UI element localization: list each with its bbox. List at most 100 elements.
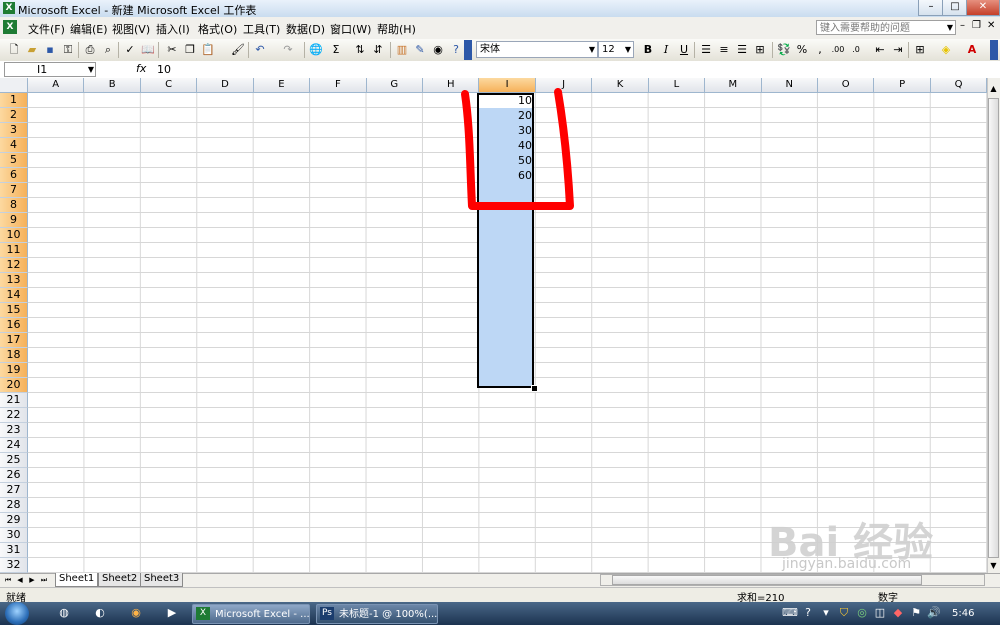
next-sheet-icon[interactable]: ▶: [27, 574, 37, 586]
name-box[interactable]: I1: [4, 62, 96, 77]
row-header-27[interactable]: 27: [0, 483, 28, 498]
row-header-7[interactable]: 7: [0, 183, 28, 198]
row-header-16[interactable]: 16: [0, 318, 28, 333]
hyperlink-icon[interactable]: 🌐: [308, 42, 324, 58]
row-header-21[interactable]: 21: [0, 393, 28, 408]
row-header-9[interactable]: 9: [0, 213, 28, 228]
tray-help-icon[interactable]: ?: [800, 605, 816, 621]
minimize-button[interactable]: –: [918, 0, 944, 16]
last-sheet-icon[interactable]: ⏭: [39, 574, 49, 586]
cut-icon[interactable]: ✂: [164, 42, 180, 58]
row-header-24[interactable]: 24: [0, 438, 28, 453]
tray-flag-icon[interactable]: ⚑: [908, 605, 924, 621]
menu-format[interactable]: 格式(O): [198, 21, 237, 37]
chart-wizard-icon[interactable]: ▥: [394, 42, 410, 58]
row-header-32[interactable]: 32: [0, 558, 28, 573]
open-icon[interactable]: ▰: [24, 42, 40, 58]
column-header-n[interactable]: N: [761, 78, 818, 93]
menu-view[interactable]: 视图(V): [112, 21, 150, 37]
tray-shield-icon[interactable]: ⛉: [836, 605, 852, 621]
doc-restore-button[interactable]: ❐: [972, 20, 981, 31]
clock[interactable]: 5:46: [952, 608, 974, 619]
tray-alert-icon[interactable]: ◆: [890, 605, 906, 621]
font-color-icon[interactable]: A: [964, 42, 980, 58]
tab-sheet1[interactable]: Sheet1: [55, 573, 99, 587]
save-icon[interactable]: ▪: [42, 42, 58, 58]
fill-color-icon[interactable]: ◈: [938, 42, 954, 58]
column-header-b[interactable]: B: [84, 78, 141, 93]
quicklaunch-weibo-icon[interactable]: ◉: [128, 605, 144, 621]
column-header-o[interactable]: O: [818, 78, 875, 93]
tray-volume-icon[interactable]: 🔊: [926, 605, 942, 621]
new-icon[interactable]: 🗋: [6, 42, 22, 58]
row-header-12[interactable]: 12: [0, 258, 28, 273]
column-header-p[interactable]: P: [874, 78, 931, 93]
column-header-e[interactable]: E: [253, 78, 311, 93]
row-header-19[interactable]: 19: [0, 363, 28, 378]
menu-tools[interactable]: 工具(T): [243, 21, 280, 37]
maximize-button[interactable]: □: [942, 0, 968, 16]
column-header-g[interactable]: G: [366, 78, 423, 93]
underline-button[interactable]: U: [676, 42, 692, 58]
help-dropdown-icon[interactable]: ▼: [944, 21, 956, 34]
spelling-icon[interactable]: ✓: [122, 42, 138, 58]
toolbar-grip[interactable]: [464, 40, 472, 60]
row-header-15[interactable]: 15: [0, 303, 28, 318]
permission-icon[interactable]: ⚿: [60, 42, 76, 58]
scroll-down-icon[interactable]: ▼: [988, 560, 999, 572]
insert-function-icon[interactable]: fx: [136, 62, 146, 75]
quicklaunch-app-icon[interactable]: ◍: [56, 605, 72, 621]
font-name-select[interactable]: 宋体: [476, 41, 598, 58]
redo-icon[interactable]: ↷: [280, 42, 296, 58]
sort-descending-icon[interactable]: ⇵: [370, 42, 386, 58]
tab-sheet2[interactable]: Sheet2: [98, 573, 142, 587]
percent-button[interactable]: %: [794, 42, 810, 58]
row-header-8[interactable]: 8: [0, 198, 28, 213]
row-header-31[interactable]: 31: [0, 543, 28, 558]
task-photoshop[interactable]: 未标题-1 @ 100%(...: [316, 604, 438, 624]
excel-app-icon[interactable]: X: [3, 2, 15, 14]
align-center-icon[interactable]: ≡: [716, 42, 732, 58]
autosum-icon[interactable]: Σ: [328, 42, 344, 58]
paste-icon[interactable]: 📋: [200, 42, 216, 58]
tray-security-icon[interactable]: ◎: [854, 605, 870, 621]
format-painter-icon[interactable]: 🖌: [230, 42, 246, 58]
menu-help[interactable]: 帮助(H): [377, 21, 416, 37]
sort-ascending-icon[interactable]: ⇅: [352, 42, 368, 58]
name-box-dropdown-icon[interactable]: ▼: [86, 63, 96, 76]
menu-file[interactable]: 文件(F): [28, 21, 65, 37]
formula-input[interactable]: 10: [157, 63, 171, 76]
menu-edit[interactable]: 编辑(E): [70, 21, 108, 37]
font-dropdown-icon[interactable]: ▼: [586, 42, 598, 57]
size-dropdown-icon[interactable]: ▼: [622, 42, 634, 57]
row-header-5[interactable]: 5: [0, 153, 28, 168]
row-header-23[interactable]: 23: [0, 423, 28, 438]
doc-minimize-button[interactable]: –: [960, 20, 965, 31]
fill-handle[interactable]: [531, 385, 538, 392]
menu-window[interactable]: 窗口(W): [330, 21, 371, 37]
vertical-scroll-thumb[interactable]: [988, 98, 999, 558]
increase-indent-icon[interactable]: ⇥: [890, 42, 906, 58]
row-header-13[interactable]: 13: [0, 273, 28, 288]
copy-icon[interactable]: ❐: [182, 42, 198, 58]
comma-button[interactable]: ,: [812, 42, 828, 58]
menu-insert[interactable]: 插入(I): [156, 21, 190, 37]
scroll-up-icon[interactable]: ▲: [988, 82, 999, 96]
row-header-20[interactable]: 20: [0, 378, 28, 393]
merge-center-icon[interactable]: ⊞: [752, 42, 768, 58]
start-button[interactable]: [5, 602, 29, 625]
column-header-l[interactable]: L: [648, 78, 706, 93]
align-right-icon[interactable]: ☰: [734, 42, 750, 58]
quicklaunch-player-icon[interactable]: ▶: [164, 605, 180, 621]
horizontal-scroll-thumb[interactable]: [612, 575, 922, 585]
row-header-17[interactable]: 17: [0, 333, 28, 348]
decrease-indent-icon[interactable]: ⇤: [872, 42, 888, 58]
column-header-a[interactable]: A: [28, 78, 85, 93]
row-header-14[interactable]: 14: [0, 288, 28, 303]
row-header-26[interactable]: 26: [0, 468, 28, 483]
column-header-m[interactable]: M: [705, 78, 762, 93]
menu-data[interactable]: 数据(D): [286, 21, 325, 37]
help-search-input[interactable]: 键入需要帮助的问题: [816, 20, 956, 35]
print-icon[interactable]: ⎙: [82, 42, 98, 58]
column-header-d[interactable]: D: [197, 78, 254, 93]
